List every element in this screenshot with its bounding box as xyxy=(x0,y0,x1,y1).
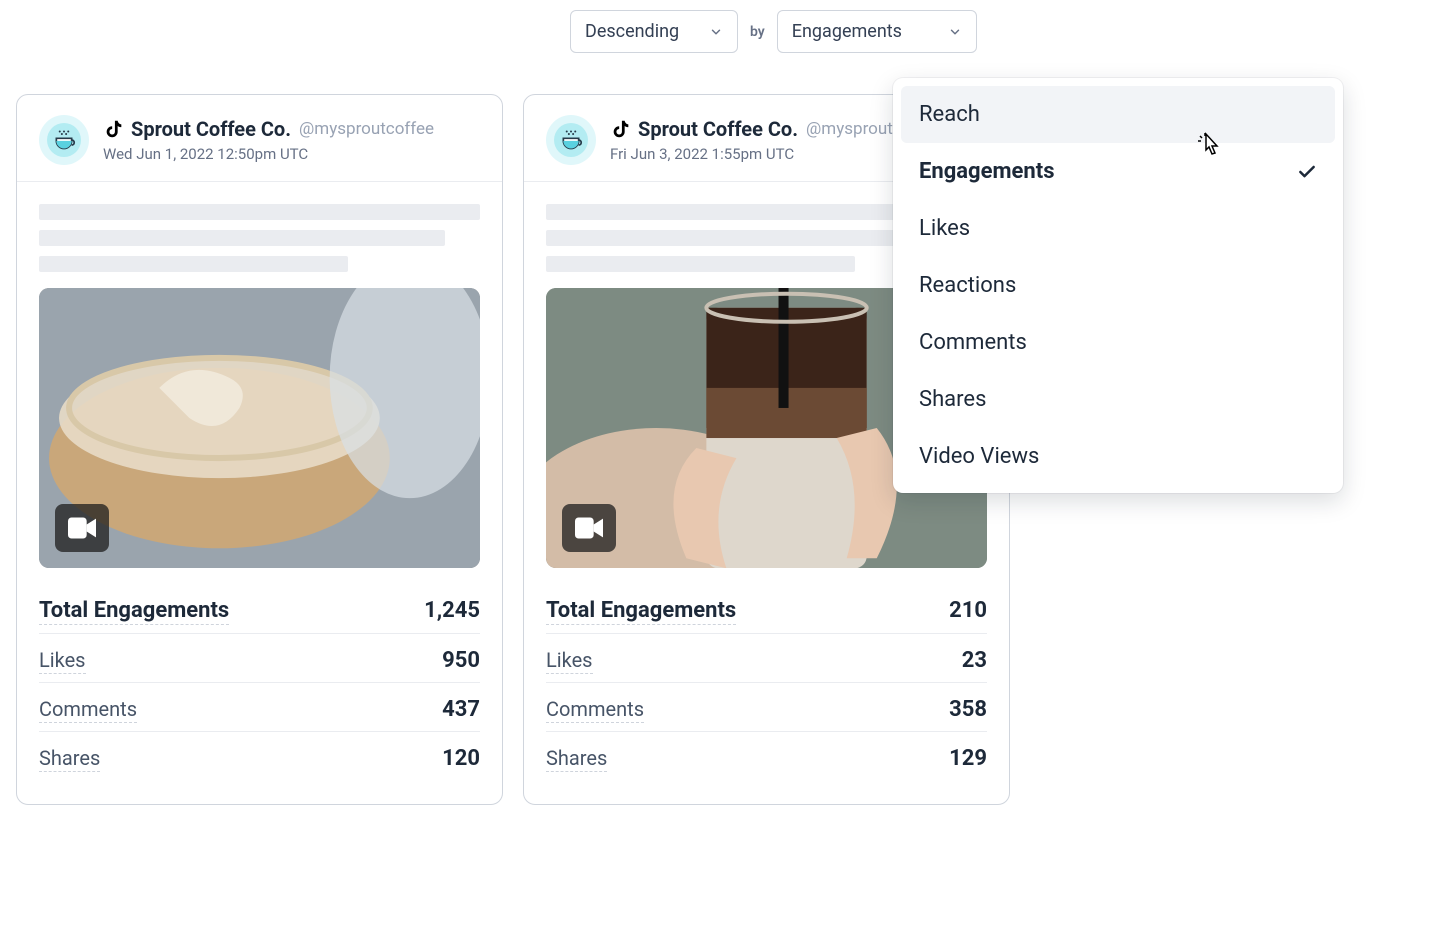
metric-value: 950 xyxy=(442,648,480,673)
metrics: Total Engagements 1,245 Likes 950 Commen… xyxy=(17,568,502,804)
metric-label: Shares xyxy=(39,746,100,772)
profile-name[interactable]: Sprout Coffee Co. xyxy=(131,117,291,141)
header-text: Sprout Coffee Co. @mysproutcoffee Wed Ju… xyxy=(103,117,480,163)
chevron-down-icon xyxy=(709,25,723,39)
video-badge-icon xyxy=(562,504,616,552)
metric-label: Likes xyxy=(546,648,593,674)
metric-value: 437 xyxy=(442,697,480,722)
metric-value: 120 xyxy=(442,746,480,771)
menu-item-label: Likes xyxy=(919,216,970,241)
menu-item-label: Reactions xyxy=(919,273,1016,298)
tiktok-icon xyxy=(610,118,632,140)
metric-value: 129 xyxy=(949,746,987,771)
profile-handle[interactable]: @mysproutcoffee xyxy=(299,119,434,139)
menu-item-video-views[interactable]: Video Views xyxy=(901,428,1335,485)
metric-label: Total Engagements xyxy=(39,598,229,625)
metric-row: Likes 950 xyxy=(39,634,480,683)
menu-item-label: Reach xyxy=(919,102,980,127)
post-cards-row: Sprout Coffee Co. @mysproutcoffee Wed Ju… xyxy=(16,94,1010,805)
chevron-down-icon xyxy=(948,25,962,39)
metric-label: Comments xyxy=(546,697,644,723)
metric-row: Shares 120 xyxy=(39,732,480,780)
skeleton-line xyxy=(546,256,855,272)
metric-value: 210 xyxy=(949,598,987,623)
sort-order-label: Descending xyxy=(585,21,679,42)
metric-row: Shares 129 xyxy=(546,732,987,780)
tiktok-icon xyxy=(103,118,125,140)
menu-item-shares[interactable]: Shares xyxy=(901,371,1335,428)
menu-item-comments[interactable]: Comments xyxy=(901,314,1335,371)
metric-value: 358 xyxy=(949,697,987,722)
metric-row: Comments 437 xyxy=(39,683,480,732)
skeleton-line xyxy=(39,204,480,220)
check-icon xyxy=(1297,162,1317,182)
profile-avatar[interactable] xyxy=(39,115,89,165)
card-header: Sprout Coffee Co. @mysproutcoffee Wed Ju… xyxy=(17,95,502,182)
metrics: Total Engagements 210 Likes 23 Comments … xyxy=(524,568,1009,804)
menu-item-label: Engagements xyxy=(919,159,1055,184)
metric-value: 1,245 xyxy=(424,598,480,623)
metric-row: Likes 23 xyxy=(546,634,987,683)
skeleton-line xyxy=(39,230,445,246)
metric-row-total: Total Engagements 1,245 xyxy=(39,584,480,634)
menu-item-label: Shares xyxy=(919,387,986,412)
profile-name[interactable]: Sprout Coffee Co. xyxy=(638,117,798,141)
sort-by-menu: Reach Engagements Likes Reactions Comments Sh… xyxy=(893,78,1343,493)
profile-avatar[interactable] xyxy=(546,115,596,165)
video-badge-icon xyxy=(55,504,109,552)
menu-item-label: Video Views xyxy=(919,444,1039,469)
skeleton-line xyxy=(546,230,952,246)
metric-row-total: Total Engagements 210 xyxy=(546,584,987,634)
card-body xyxy=(17,182,502,568)
menu-item-likes[interactable]: Likes xyxy=(901,200,1335,257)
sort-by-label: Engagements xyxy=(792,21,902,42)
sort-by-separator: by xyxy=(750,24,765,40)
menu-item-reach[interactable]: Reach xyxy=(901,86,1335,143)
post-card: Sprout Coffee Co. @mysproutcoffee Wed Ju… xyxy=(16,94,503,805)
menu-item-label: Comments xyxy=(919,330,1027,355)
menu-item-reactions[interactable]: Reactions xyxy=(901,257,1335,314)
metric-label: Likes xyxy=(39,648,86,674)
post-timestamp: Wed Jun 1, 2022 12:50pm UTC xyxy=(103,145,480,163)
metric-label: Comments xyxy=(39,697,137,723)
skeleton-line xyxy=(39,256,348,272)
sort-controls: Descending by Engagements xyxy=(570,10,977,53)
menu-item-engagements[interactable]: Engagements xyxy=(901,143,1335,200)
sort-by-dropdown[interactable]: Engagements xyxy=(777,10,977,53)
metric-label: Shares xyxy=(546,746,607,772)
metric-row: Comments 358 xyxy=(546,683,987,732)
sort-order-dropdown[interactable]: Descending xyxy=(570,10,738,53)
metric-label: Total Engagements xyxy=(546,598,736,625)
post-media[interactable] xyxy=(39,288,480,568)
metric-value: 23 xyxy=(962,648,987,673)
